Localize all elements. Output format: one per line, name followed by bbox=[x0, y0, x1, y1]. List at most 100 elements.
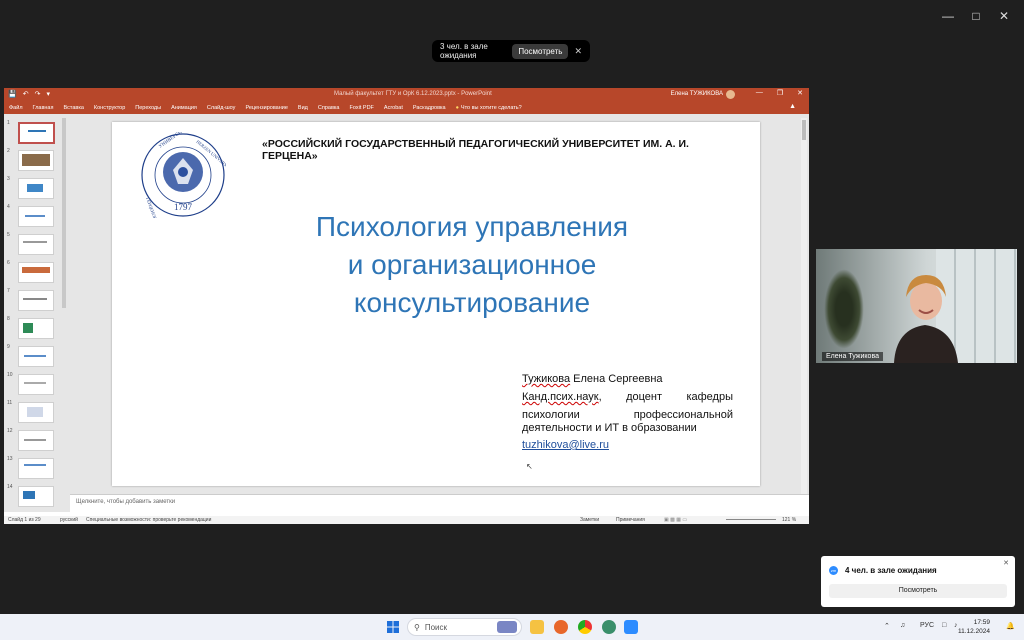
participant-name: Елена Тужикова bbox=[822, 352, 883, 361]
tab-foxit[interactable]: Foxit PDF bbox=[344, 105, 378, 111]
quick-access-toolbar: 💾 ↶ ↷ ▾ bbox=[8, 90, 50, 98]
ppt-titlebar: 💾 ↶ ↷ ▾ Малый факультет ГТУ и ОрК 6.12.2… bbox=[4, 88, 809, 101]
lightbulb-icon: ● bbox=[455, 104, 459, 111]
mic-icon[interactable]: ♫ bbox=[900, 622, 905, 629]
slide-thumbnail-14[interactable] bbox=[18, 486, 54, 507]
accessibility-status[interactable]: Специальные возможности: проверьте реком… bbox=[86, 517, 211, 523]
chevron-up-icon[interactable]: ⌃ bbox=[884, 622, 890, 630]
waiting-room-notification: zm 4 чел. в зале ожидания ✕ Посмотреть bbox=[821, 556, 1015, 607]
language-indicator[interactable]: русский bbox=[60, 517, 78, 523]
minimize-icon[interactable]: — bbox=[934, 6, 962, 26]
ppt-window-controls: — ❐ ✕ bbox=[756, 89, 803, 97]
close-icon[interactable]: ✕ bbox=[574, 46, 582, 57]
file-explorer-icon[interactable] bbox=[530, 620, 544, 634]
slide-thumbnail-9[interactable] bbox=[18, 346, 54, 367]
view-waiting-room-button[interactable]: Посмотреть bbox=[512, 43, 569, 59]
slide-thumbnail-2[interactable] bbox=[18, 150, 54, 171]
slide-thumbnail-12[interactable] bbox=[18, 430, 54, 451]
slide-thumbnail-11[interactable] bbox=[18, 402, 54, 423]
tab-transitions[interactable]: Переходы bbox=[130, 105, 166, 111]
search-icon: ⚲ bbox=[414, 622, 420, 632]
maximize-icon[interactable]: □ bbox=[962, 6, 990, 26]
zoom-taskbar-icon[interactable] bbox=[624, 620, 638, 634]
ppt-status-bar: Слайд 1 из 29 русский Специальные возмож… bbox=[4, 516, 809, 524]
window-controls: — □ ✕ bbox=[934, 6, 1018, 26]
redo-icon[interactable]: ↷ bbox=[35, 90, 41, 98]
slide-thumbnail-7[interactable] bbox=[18, 290, 54, 311]
ppt-user-name[interactable]: Елена ТУЖИКОВА bbox=[671, 91, 723, 97]
clock-date: 11.12.2024 bbox=[957, 628, 990, 635]
firefox-icon[interactable] bbox=[554, 620, 568, 634]
author-surname: Тужикова bbox=[522, 373, 571, 385]
slide-title: Психология управления и организационное … bbox=[212, 208, 732, 322]
tell-me-search[interactable]: Что вы хотите сделать? bbox=[461, 105, 527, 111]
thumb-number: 10 bbox=[7, 372, 13, 378]
taskbar-search[interactable]: ⚲ Поиск bbox=[407, 618, 522, 636]
slide-title-line-3: консультирование bbox=[353, 287, 591, 318]
network-icon[interactable]: □ bbox=[942, 622, 946, 629]
tab-design[interactable]: Конструктор bbox=[89, 105, 130, 111]
thumb-number: 2 bbox=[7, 148, 10, 154]
slide-title-line-1: Психология управления bbox=[315, 211, 629, 242]
tab-animations[interactable]: Анимация bbox=[166, 105, 202, 111]
thumb-number: 8 bbox=[7, 316, 10, 322]
avatar[interactable] bbox=[726, 90, 735, 99]
slide-thumbnail-13[interactable] bbox=[18, 458, 54, 479]
powerpoint-window: 💾 ↶ ↷ ▾ Малый факультет ГТУ и ОрК 6.12.2… bbox=[4, 88, 809, 524]
input-language[interactable]: РУС bbox=[920, 622, 934, 629]
author-position: , доцент кафедры bbox=[598, 391, 733, 403]
tab-storyboard[interactable]: Раскадровка bbox=[408, 105, 451, 111]
tab-home[interactable]: Главная bbox=[28, 105, 59, 111]
tab-file[interactable]: Файл bbox=[4, 105, 28, 111]
customize-icon[interactable]: ▾ bbox=[46, 90, 50, 98]
author-email-link[interactable]: tuzhikova@live.ru bbox=[522, 439, 733, 452]
close-icon[interactable]: ✕ bbox=[990, 6, 1018, 26]
slide-thumbnail-6[interactable] bbox=[18, 262, 54, 283]
zoom-level[interactable]: 121 % bbox=[782, 517, 796, 523]
tab-slideshow[interactable]: Слайд-шоу bbox=[202, 105, 241, 111]
notes-button[interactable]: Заметки bbox=[580, 517, 599, 523]
app-icon[interactable] bbox=[602, 620, 616, 634]
view-button[interactable]: Посмотреть bbox=[829, 584, 1007, 598]
slide-counter: Слайд 1 из 29 bbox=[8, 517, 41, 523]
author-degree-line-3: деятельности и ИТ в образовании bbox=[522, 422, 697, 434]
bell-icon[interactable]: 🔔 bbox=[1006, 622, 1015, 630]
thumb-number: 3 bbox=[7, 176, 10, 182]
windows-start-icon[interactable] bbox=[387, 621, 399, 633]
view-mode-icons[interactable]: ▣ ▩ ▦ ▭ bbox=[664, 517, 687, 523]
share-icon[interactable]: ▲ bbox=[784, 103, 801, 110]
slide-thumbnail-3[interactable] bbox=[18, 178, 54, 199]
undo-icon[interactable]: ↶ bbox=[23, 90, 29, 98]
tab-acrobat[interactable]: Acrobat bbox=[379, 105, 408, 111]
slide-thumbnail-4[interactable] bbox=[18, 206, 54, 227]
minimize-icon[interactable]: — bbox=[756, 89, 763, 97]
author-degree: Канд.псих.наук bbox=[522, 391, 599, 403]
tab-insert[interactable]: Вставка bbox=[58, 105, 88, 111]
slide-thumbnail-8[interactable] bbox=[18, 318, 54, 339]
clock-time: 17:59 bbox=[973, 619, 990, 626]
comments-button[interactable]: Примечания bbox=[616, 517, 645, 523]
notes-pane[interactable]: Щелкните, чтобы добавить заметки bbox=[70, 494, 809, 512]
restore-icon[interactable]: ❐ bbox=[777, 89, 783, 97]
close-icon[interactable]: ✕ bbox=[1003, 559, 1009, 567]
chrome-icon[interactable] bbox=[578, 620, 592, 634]
slide-thumbnail-5[interactable] bbox=[18, 234, 54, 255]
thumb-number: 6 bbox=[7, 260, 10, 266]
current-slide[interactable]: 1797 УНИВЕРСИТЕТ HERZEN UNIVERSITY ГЕРЦЕ… bbox=[112, 122, 760, 486]
tab-review[interactable]: Рецензирование bbox=[240, 105, 292, 111]
participant-video[interactable]: Елена Тужикова bbox=[816, 249, 1017, 363]
system-clock[interactable]: 17:59 11.12.2024 bbox=[958, 618, 990, 636]
zoom-slider[interactable] bbox=[726, 519, 776, 520]
tab-view[interactable]: Вид bbox=[293, 105, 313, 111]
close-icon[interactable]: ✕ bbox=[797, 89, 803, 97]
slide-thumbnails-pane: 1 2 3 4 5 6 7 8 9 10 11 12 13 14 bbox=[4, 114, 70, 512]
save-icon[interactable]: 💾 bbox=[8, 90, 17, 98]
slide-thumbnail-10[interactable] bbox=[18, 374, 54, 395]
slide-thumbnail-1[interactable] bbox=[18, 122, 55, 144]
tab-help[interactable]: Справка bbox=[313, 105, 345, 111]
university-seal: 1797 УНИВЕРСИТЕТ HERZEN UNIVERSITY ГЕРЦЕ… bbox=[141, 132, 226, 218]
seal-text-bottom: ГЕРЦЕНОВСКИЙ bbox=[145, 197, 162, 218]
thumb-number: 5 bbox=[7, 232, 10, 238]
slide-scrollbar[interactable] bbox=[801, 118, 807, 498]
thumbnails-scrollbar[interactable] bbox=[62, 118, 66, 308]
